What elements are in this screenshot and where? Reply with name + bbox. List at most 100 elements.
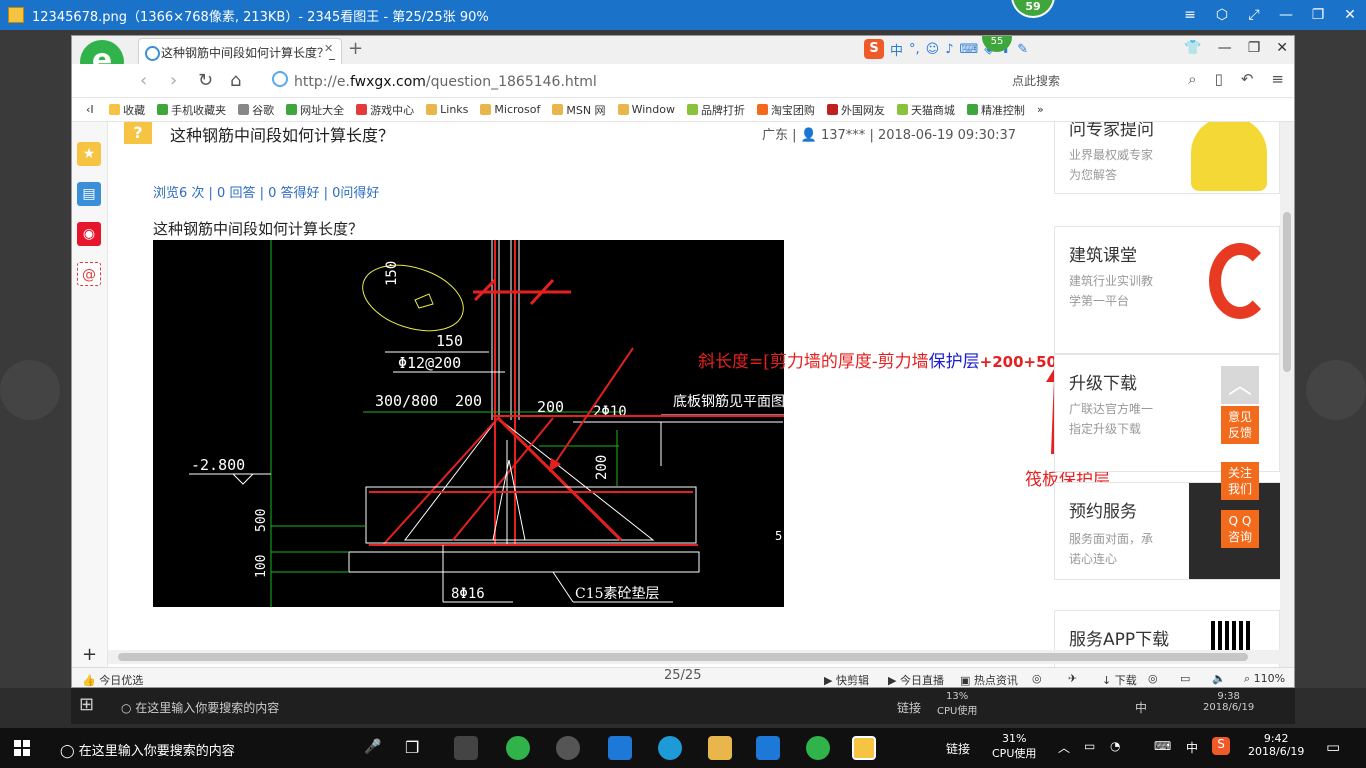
- back-to-top-button[interactable]: ︿: [1221, 366, 1259, 404]
- edge-icon[interactable]: [608, 736, 632, 760]
- browser-2345-running-icon[interactable]: [806, 736, 830, 760]
- fav-item[interactable]: Microsof: [480, 103, 540, 116]
- pinwheel-app-icon[interactable]: [454, 736, 478, 760]
- status-ie-icon[interactable]: ◎: [1032, 672, 1042, 685]
- address-bar[interactable]: http://e.fwxgx.com/question_1865146.html: [272, 71, 597, 90]
- inner-search-box[interactable]: ○ 在这里输入你要搜索的内容: [121, 699, 279, 716]
- fav-item[interactable]: 收藏: [109, 102, 145, 118]
- tab-close-icon[interactable]: ✕: [324, 42, 333, 55]
- prev-image-button[interactable]: [0, 360, 60, 420]
- inner-link-label[interactable]: 链接: [897, 699, 921, 716]
- fav-item[interactable]: 游戏中心: [356, 102, 414, 118]
- fav-item[interactable]: Window: [617, 103, 675, 116]
- browser-minimize-button[interactable]: —: [1218, 40, 1232, 56]
- fav-item[interactable]: 谷歌: [238, 102, 274, 118]
- skin-icon[interactable]: ⬡: [1206, 7, 1238, 23]
- ime-keyboard-icon[interactable]: ⌨: [960, 42, 979, 57]
- status-sound-icon[interactable]: 🔈: [1212, 672, 1226, 685]
- keyboard-icon[interactable]: ⌨: [1154, 739, 1171, 753]
- fullscreen-icon[interactable]: ⤢: [1238, 7, 1270, 23]
- menu-icon[interactable]: ≡: [1174, 7, 1206, 23]
- vertical-scrollbar[interactable]: [1280, 122, 1294, 667]
- shirt-icon[interactable]: 👕: [1184, 40, 1201, 56]
- fav-item[interactable]: 天猫商城: [896, 102, 955, 118]
- taskbar-search-box[interactable]: ◯ 在这里输入你要搜索的内容: [60, 740, 235, 759]
- new-tab-button[interactable]: +: [348, 38, 363, 59]
- fav-item[interactable]: Links: [426, 103, 468, 116]
- inner-clock[interactable]: 9:38 2018/6/19: [1203, 691, 1254, 713]
- browser-close-button[interactable]: ✕: [1276, 40, 1288, 56]
- clock[interactable]: 9:42 2018/6/19: [1248, 732, 1304, 758]
- more-favorites-icon[interactable]: »: [1037, 103, 1044, 116]
- status-news[interactable]: ▣ 热点资讯: [960, 672, 1018, 687]
- qq-consult-button[interactable]: Q Q 咨询: [1221, 510, 1259, 548]
- wifi-icon[interactable]: ◔: [1110, 739, 1120, 753]
- news-icon[interactable]: ▤: [77, 182, 101, 206]
- weibo-icon[interactable]: ◉: [77, 222, 101, 246]
- card-expert[interactable]: 问专家提问 业界最权威专家 为您解答: [1054, 122, 1280, 194]
- add-icon[interactable]: +: [82, 644, 97, 665]
- status-download[interactable]: ↓ 下载: [1102, 672, 1137, 687]
- inner-ime-label[interactable]: 中: [1135, 699, 1147, 716]
- ime-punct-icon[interactable]: °,: [909, 42, 920, 57]
- refresh-icon[interactable]: ↻: [198, 70, 213, 91]
- battery-icon[interactable]: ▭: [1084, 739, 1095, 753]
- menu-icon[interactable]: ≡: [1271, 70, 1284, 88]
- follow-button[interactable]: 关注 我们: [1221, 462, 1259, 500]
- undo-icon[interactable]: ↶: [1241, 70, 1254, 88]
- close-button[interactable]: ✕: [1334, 7, 1366, 23]
- start-button[interactable]: [14, 740, 30, 756]
- maximize-button[interactable]: ❐: [1302, 7, 1334, 23]
- status-zoom[interactable]: ⌕ 110%: [1244, 672, 1285, 686]
- sogou-app-icon[interactable]: [756, 736, 780, 760]
- mic-icon[interactable]: 🎤: [364, 739, 381, 755]
- phone-icon[interactable]: ▯: [1215, 70, 1223, 88]
- browser-restore-button[interactable]: ❐: [1248, 40, 1261, 56]
- tray-up-icon[interactable]: ︿: [1058, 739, 1070, 756]
- minimize-button[interactable]: —: [1270, 7, 1302, 23]
- forward-icon[interactable]: ›: [170, 70, 177, 91]
- ime-voice-icon[interactable]: ♪: [945, 42, 953, 57]
- status-window-icon[interactable]: ▭: [1180, 672, 1190, 685]
- file-explorer-icon[interactable]: [708, 736, 732, 760]
- ime-label[interactable]: 中: [1186, 739, 1198, 756]
- star-icon[interactable]: ★: [77, 142, 101, 166]
- search-input[interactable]: 点此搜索: [1012, 72, 1060, 89]
- notification-icon[interactable]: ▭: [1326, 738, 1340, 756]
- fav-item[interactable]: MSN 网: [552, 102, 606, 118]
- next-image-button[interactable]: [1306, 360, 1366, 420]
- fav-item[interactable]: 淘宝团购: [756, 102, 815, 118]
- feedback-button[interactable]: 意见 反馈: [1221, 406, 1259, 444]
- fav-item[interactable]: 精准控制: [966, 102, 1025, 118]
- link-label[interactable]: 链接: [946, 740, 970, 757]
- sogou-tray-icon[interactable]: S: [1212, 737, 1230, 755]
- horizontal-scrollbar[interactable]: [108, 650, 1280, 664]
- sogou-icon[interactable]: S: [864, 39, 884, 59]
- browser-tab[interactable]: 这种钢筋中间段如何计算长度？_: [138, 38, 342, 64]
- ime-chinese-icon[interactable]: 中: [890, 40, 903, 59]
- home-icon[interactable]: ⌂: [230, 70, 241, 91]
- fav-item[interactable]: 品牌打折: [686, 102, 745, 118]
- fav-item[interactable]: 外国网友: [826, 102, 885, 118]
- status-live[interactable]: ▶ 今日直播: [888, 672, 944, 687]
- image-viewer-icon[interactable]: [852, 736, 876, 760]
- ime-emoji-icon[interactable]: ☺: [926, 42, 940, 57]
- search-icon[interactable]: ⌕: [1188, 70, 1196, 88]
- inner-start-icon[interactable]: ⊞: [79, 694, 94, 715]
- swirl-app-icon[interactable]: [556, 736, 580, 760]
- ime-tool-icon[interactable]: ✎: [1017, 42, 1028, 57]
- fav-item[interactable]: 手机收藏夹: [157, 102, 226, 118]
- status-left[interactable]: 👍 今日优选: [82, 672, 143, 687]
- back-icon[interactable]: ‹: [140, 70, 147, 91]
- ie-icon[interactable]: [658, 736, 682, 760]
- fav-item[interactable]: 网址大全: [286, 102, 344, 118]
- card-classroom[interactable]: 建筑课堂 建筑行业实训教 学第一平台: [1054, 226, 1280, 354]
- favorites-toggle-icon[interactable]: ‹I: [86, 103, 97, 116]
- browser-2345-icon[interactable]: [506, 736, 530, 760]
- status-quick-edit[interactable]: ▶ 快剪辑: [824, 672, 869, 687]
- task-view-icon[interactable]: ❐: [405, 738, 419, 757]
- status-ie2-icon[interactable]: ◎: [1148, 672, 1158, 685]
- status-pin-icon[interactable]: ✈: [1068, 672, 1077, 685]
- question-stats[interactable]: 浏览6 次 | 0 回答 | 0 答得好 | 0问得好: [153, 182, 379, 201]
- mail-icon[interactable]: @: [77, 262, 101, 286]
